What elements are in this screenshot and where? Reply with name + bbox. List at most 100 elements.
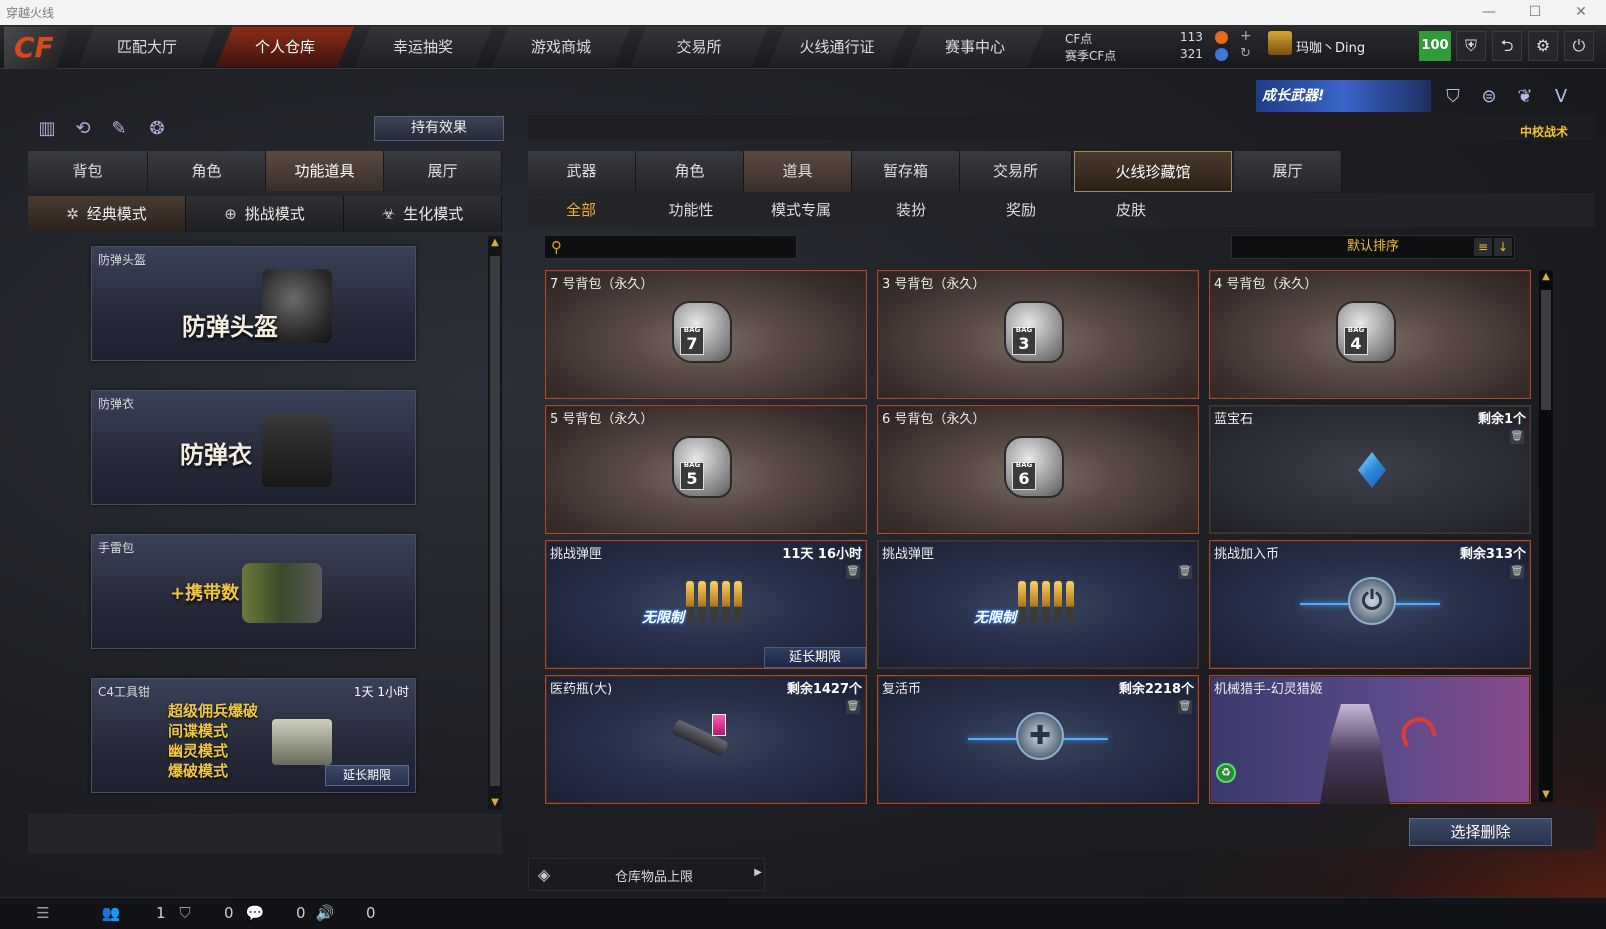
ranking-icon[interactable]: ▥ — [34, 116, 60, 142]
item-card-helmet[interactable]: 防弹头盔 防弹头盔 — [91, 246, 416, 361]
close-button[interactable]: ✕ — [1566, 2, 1596, 22]
list-view-icon[interactable]: ≡ — [1474, 238, 1492, 256]
right-tab-showroom[interactable]: 展厅 — [1234, 151, 1342, 192]
subtab-functional[interactable]: 功能性 — [636, 193, 746, 227]
left-scrollbar[interactable]: ▲ ▼ — [488, 236, 502, 810]
globe-icon[interactable]: ⊜ — [1476, 84, 1502, 110]
avatar[interactable] — [1268, 31, 1292, 55]
clan-shield-icon[interactable]: ⛉ — [174, 902, 196, 924]
scroll-up-icon[interactable]: ▲ — [1539, 270, 1553, 284]
item-card-bag-4[interactable]: 4 号背包（永久） 4 — [1209, 270, 1531, 399]
item-count: 剩余313个 — [1459, 547, 1526, 562]
vip-icon[interactable]: V — [1548, 84, 1574, 110]
item-card-challenge-mag-2[interactable]: 挑战弹匣 🗑 无限制 — [877, 540, 1199, 669]
add-cf-icon[interactable]: + — [1240, 28, 1252, 44]
return-icon[interactable]: ⮌ — [1492, 31, 1522, 61]
scroll-down-icon[interactable]: ▼ — [488, 796, 502, 810]
item-card-bag-6[interactable]: 6 号背包（永久） 6 — [877, 405, 1199, 534]
scroll-thumb[interactable] — [1541, 290, 1551, 410]
season-coin-icon — [1215, 48, 1228, 61]
item-card-bag-5[interactable]: 5 号背包（永久） 5 — [545, 405, 867, 534]
mode-zombie[interactable]: ☣ 生化模式 — [344, 196, 502, 232]
item-card-grenade-pack[interactable]: 手雷包 +携带数 — [91, 534, 416, 649]
right-scrollbar[interactable]: ▲ ▼ — [1539, 270, 1553, 802]
right-tab-exchange[interactable]: 交易所 — [960, 151, 1072, 192]
maximize-button[interactable]: ☐ — [1520, 2, 1550, 22]
search-input[interactable] — [573, 238, 793, 256]
scroll-up-icon[interactable]: ▲ — [488, 236, 502, 250]
left-tab-function-items[interactable]: 功能道具 — [266, 151, 384, 191]
power-icon[interactable]: ⏻ — [1564, 31, 1594, 61]
right-tab-items[interactable]: 道具 — [744, 151, 852, 192]
trash-icon[interactable]: 🗑 — [846, 565, 860, 579]
select-delete-button[interactable]: 选择删除 — [1409, 818, 1552, 846]
scroll-down-icon[interactable]: ▼ — [1539, 788, 1553, 802]
item-card-bag-7[interactable]: 7 号背包（永久） 7 — [545, 270, 867, 399]
nav-tab-personal-warehouse[interactable]: 个人仓库 — [216, 27, 354, 67]
subtab-skins[interactable]: 皮肤 — [1076, 193, 1186, 227]
history-icon[interactable]: ⟲ — [70, 116, 96, 142]
item-card-c4-pliers[interactable]: C4工具钳 1天 1小时 超级佣兵爆破 间谍模式 幽灵模式 爆破模式 延长期限 — [91, 678, 416, 793]
refresh-icon[interactable]: ↻ — [1240, 46, 1251, 61]
rank-shield-icon[interactable]: ⛉ — [1440, 84, 1466, 110]
right-tab-weapons[interactable]: 武器 — [528, 151, 636, 192]
mode-classic[interactable]: ✲ 经典模式 — [28, 196, 186, 232]
right-tab-storage[interactable]: 暂存箱 — [852, 151, 960, 192]
friends-icon[interactable]: 👥 — [100, 902, 122, 924]
item-card-challenge-coin[interactable]: 挑战加入币 剩余313个 🗑 ⏻ — [1209, 540, 1531, 669]
trash-icon[interactable]: 🗑 — [1178, 565, 1192, 579]
item-name: 挑战弹匣 — [882, 547, 935, 562]
chat-count: 0 — [296, 904, 306, 922]
left-tab-showroom[interactable]: 展厅 — [384, 151, 502, 191]
left-tab-backpack[interactable]: 背包 — [28, 151, 148, 191]
nav-tab-battle-pass[interactable]: 火线通行证 — [768, 27, 906, 67]
c4-tool-icon — [272, 719, 332, 765]
trash-icon[interactable]: 🗑 — [846, 700, 860, 714]
nav-tab-match-lobby[interactable]: 匹配大厅 — [78, 27, 216, 67]
subtab-rewards[interactable]: 奖励 — [966, 193, 1076, 227]
item-name: 6 号背包（永久） — [882, 412, 986, 427]
gear-icon[interactable]: ⚙ — [1528, 31, 1558, 61]
chat-icon[interactable]: 💬 — [244, 902, 266, 924]
menu-list-icon[interactable]: ☰ — [32, 902, 54, 924]
left-tab-character[interactable]: 角色 — [148, 151, 266, 191]
right-tab-character[interactable]: 角色 — [636, 151, 744, 192]
item-card-medkit-large[interactable]: 医药瓶(大) 剩余1427个 🗑 — [545, 675, 867, 804]
item-card-challenge-mag-1[interactable]: 挑战弹匣 11天 16小时 🗑 无限制 延长期限 — [545, 540, 867, 669]
scroll-thumb[interactable] — [490, 256, 500, 786]
subtab-mode-exclusive[interactable]: 模式专属 — [746, 193, 856, 227]
challenge-coin-icon: ⏻ — [1348, 577, 1396, 625]
hold-effect-button[interactable]: 持有效果 — [374, 116, 504, 141]
trash-icon[interactable]: 🗑 — [1178, 700, 1192, 714]
favorite-heart-icon — [1396, 712, 1438, 748]
trash-icon[interactable]: 🗑 — [1510, 565, 1524, 579]
grow-weapon-banner[interactable]: 成长武器! — [1256, 80, 1431, 112]
warehouse-capacity[interactable]: ◈ 仓库物品上限 ▶ — [528, 858, 765, 891]
item-card-bag-3[interactable]: 3 号背包（永久） 3 — [877, 270, 1199, 399]
right-tab-museum[interactable]: 火线珍藏馆 — [1074, 151, 1232, 192]
c4-mode-line: 爆破模式 — [168, 762, 229, 780]
expand-arrow-icon[interactable]: ▶ — [754, 867, 762, 878]
item-card-vest[interactable]: 防弹衣 防弹衣 — [91, 390, 416, 505]
speaker-icon[interactable]: 🔊 — [314, 902, 336, 924]
item-card-revive-coin[interactable]: 复活币 剩余2218个 🗑 ✚ — [877, 675, 1199, 804]
bag-icon[interactable]: ❂ — [144, 116, 170, 142]
nav-tab-exchange[interactable]: 交易所 — [630, 27, 768, 67]
shield-icon[interactable]: ⛨ — [1456, 31, 1486, 61]
nav-tab-lucky-draw[interactable]: 幸运抽奖 — [354, 27, 492, 67]
nav-tab-events-center[interactable]: 赛事中心 — [906, 27, 1044, 67]
extend-button[interactable]: 延长期限 — [325, 765, 409, 786]
extend-button[interactable]: 延长期限 — [764, 647, 866, 668]
item-card-sapphire[interactable]: 蓝宝石 剩余1个 🗑 — [1209, 405, 1531, 534]
subtab-all[interactable]: 全部 — [526, 193, 636, 227]
item-card-mech-hunter[interactable]: 机械猎手-幻灵猎姬 ♻ — [1209, 675, 1531, 804]
sort-arrow-icon[interactable]: ↓ — [1494, 238, 1512, 256]
trash-icon[interactable]: 🗑 — [1510, 430, 1524, 444]
minimize-button[interactable]: — — [1474, 2, 1504, 22]
mode-challenge[interactable]: ⊕ 挑战模式 — [186, 196, 344, 232]
nav-tab-game-store[interactable]: 游戏商城 — [492, 27, 630, 67]
subtab-dress-up[interactable]: 装扮 — [856, 193, 966, 227]
sort-dropdown[interactable]: 默认排序 ≡ ↓ — [1231, 235, 1515, 259]
spray-icon[interactable]: ✎ — [106, 116, 132, 142]
wings-icon[interactable]: ❦ — [1512, 84, 1538, 110]
